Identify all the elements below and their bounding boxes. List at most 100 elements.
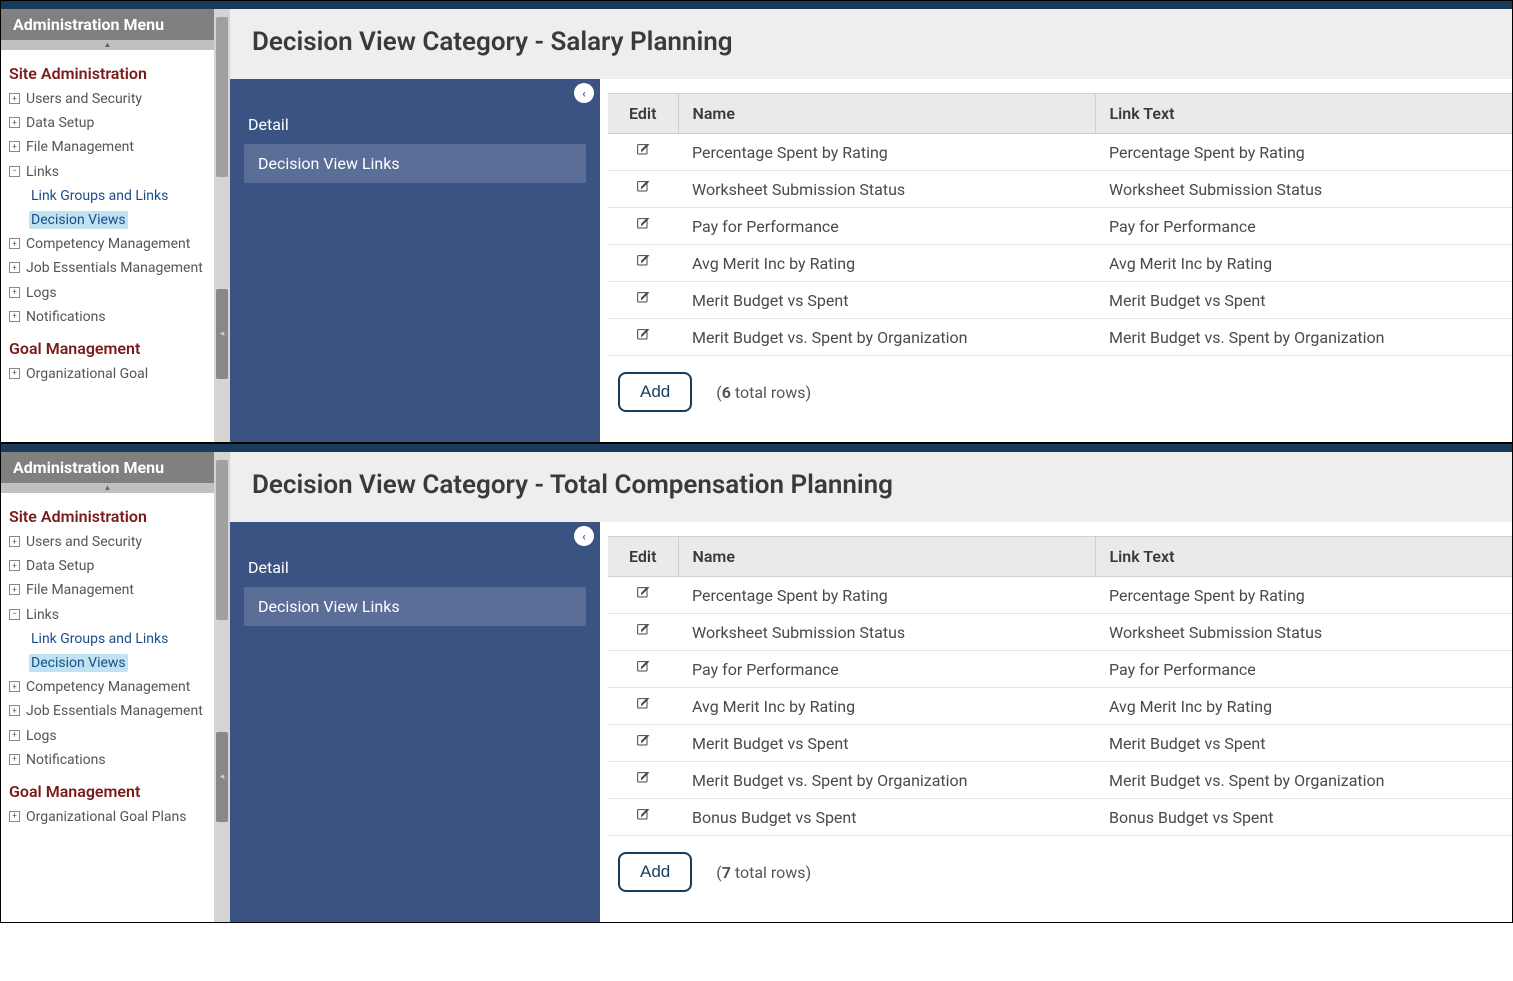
sub-nav: ‹DetailDecision View Links <box>230 79 600 442</box>
tree-item[interactable]: +Organizational Goal Plans <box>7 805 208 829</box>
edit-icon[interactable] <box>635 659 651 675</box>
expand-icon[interactable]: + <box>9 536 20 547</box>
edit-icon[interactable] <box>635 733 651 749</box>
expand-icon[interactable]: + <box>9 754 20 765</box>
tree-link-label[interactable]: Decision Views <box>29 211 128 229</box>
collapse-icon[interactable]: − <box>9 166 20 177</box>
expand-icon[interactable]: + <box>9 730 20 741</box>
scroll-up-icon[interactable]: ▲ <box>1 483 214 493</box>
edit-icon[interactable] <box>635 142 651 158</box>
collapse-left-icon[interactable]: ‹ <box>574 83 594 103</box>
tree-item-label: Data Setup <box>26 557 94 575</box>
col-name[interactable]: Name <box>678 94 1095 134</box>
edit-icon[interactable] <box>635 807 651 823</box>
add-button[interactable]: Add <box>618 372 692 412</box>
tree-link-item[interactable]: Link Groups and Links <box>27 184 208 208</box>
expand-icon[interactable]: + <box>9 262 20 273</box>
add-button[interactable]: Add <box>618 852 692 892</box>
cell-linktext: Worksheet Submission Status <box>1095 614 1512 651</box>
tree-item-label: Users and Security <box>26 533 142 551</box>
table-area: EditNameLink TextPercentage Spent by Rat… <box>600 522 1512 922</box>
tree-item[interactable]: −Links <box>7 603 208 627</box>
tree-sub: Link Groups and Links Decision Views <box>7 184 208 232</box>
tree-item[interactable]: +Organizational Goal <box>7 362 208 386</box>
edit-icon[interactable] <box>635 290 651 306</box>
scroll-thumb[interactable] <box>216 460 228 620</box>
expand-icon[interactable]: + <box>9 681 20 692</box>
tree-link-item[interactable]: Link Groups and Links <box>27 627 208 651</box>
tree-item-label: Data Setup <box>26 114 94 132</box>
tree: Site Administration + Users and Security + D… <box>1 493 214 837</box>
tree-item[interactable]: −Links <box>7 160 208 184</box>
tree-item[interactable]: +Notifications <box>7 305 208 329</box>
expand-icon[interactable]: + <box>9 811 20 822</box>
table-row: Pay for PerformancePay for Performance <box>608 208 1512 245</box>
tree-item[interactable]: +Logs <box>7 281 208 305</box>
cell-linktext: Merit Budget vs. Spent by Organization <box>1095 319 1512 356</box>
tree-item[interactable]: +Competency Management <box>7 232 208 256</box>
scroll-up-icon[interactable]: ▲ <box>1 40 214 50</box>
tree-link-item[interactable]: Decision Views <box>27 208 208 232</box>
expand-icon[interactable]: + <box>9 238 20 249</box>
table-row: Avg Merit Inc by RatingAvg Merit Inc by … <box>608 688 1512 725</box>
cell-name: Pay for Performance <box>678 208 1095 245</box>
edit-icon[interactable] <box>635 696 651 712</box>
tree-link-label[interactable]: Link Groups and Links <box>29 630 170 648</box>
content-header: Decision View Category - Total Compensat… <box>230 452 1512 522</box>
tree-item[interactable]: + Data Setup <box>7 111 208 135</box>
tree-item[interactable]: + Competency Management <box>7 675 208 699</box>
edit-icon[interactable] <box>635 770 651 786</box>
tree-item-label: Links <box>26 606 59 624</box>
expand-icon[interactable]: + <box>9 584 20 595</box>
tree-link-label[interactable]: Link Groups and Links <box>29 187 170 205</box>
expand-icon[interactable]: + <box>9 560 20 571</box>
tree-link-item[interactable]: Decision Views <box>27 651 208 675</box>
expand-icon[interactable]: + <box>9 311 20 322</box>
tree-item-label: Links <box>26 163 59 181</box>
expand-icon[interactable]: + <box>9 368 20 379</box>
scroll-thumb[interactable] <box>216 17 228 177</box>
sub-nav-item-decision-view-links[interactable]: Decision View Links <box>244 144 586 183</box>
col-linktext[interactable]: Link Text <box>1095 94 1512 134</box>
edit-icon[interactable] <box>635 216 651 232</box>
tree-item[interactable]: + Job Essentials Management <box>7 256 208 280</box>
collapse-icon[interactable]: − <box>9 609 20 620</box>
sidebar-collapse-tab[interactable] <box>216 732 228 822</box>
collapse-left-icon[interactable]: ‹ <box>574 526 594 546</box>
tree-link-label[interactable]: Decision Views <box>29 654 128 672</box>
expand-icon[interactable]: + <box>9 117 20 128</box>
tree-item[interactable]: +Users and Security <box>7 87 208 111</box>
edit-cell <box>608 208 678 245</box>
edit-icon[interactable] <box>635 622 651 638</box>
sidebar-collapse-tab[interactable] <box>216 289 228 379</box>
expand-icon[interactable]: + <box>9 287 20 298</box>
expand-icon[interactable]: + <box>9 93 20 104</box>
tree-item[interactable]: +Logs <box>7 724 208 748</box>
tree-item[interactable]: +File Management <box>7 135 208 159</box>
table-row: Merit Budget vs SpentMerit Budget vs Spe… <box>608 282 1512 319</box>
tree-item[interactable]: + Users and Security <box>7 530 208 554</box>
edit-icon[interactable] <box>635 179 651 195</box>
content: Decision View Category - Total Compensat… <box>230 452 1512 922</box>
scroll-gutter[interactable] <box>214 9 230 442</box>
tree-section-heading: Site Administration <box>9 507 208 526</box>
expand-icon[interactable]: + <box>9 705 20 716</box>
sub-nav-item-decision-view-links[interactable]: Decision View Links <box>244 587 586 626</box>
col-name[interactable]: Name <box>678 537 1095 577</box>
expand-icon[interactable]: + <box>9 141 20 152</box>
scroll-gutter[interactable] <box>214 452 230 922</box>
tree-item-label: Job Essentials Management <box>26 259 203 277</box>
tree-item[interactable]: + Data Setup <box>7 554 208 578</box>
tree-item-label: Competency Management <box>26 678 190 696</box>
cell-name: Merit Budget vs. Spent by Organization <box>678 319 1095 356</box>
cell-linktext: Pay for Performance <box>1095 208 1512 245</box>
edit-icon[interactable] <box>635 585 651 601</box>
edit-icon[interactable] <box>635 327 651 343</box>
cell-name: Worksheet Submission Status <box>678 171 1095 208</box>
edit-icon[interactable] <box>635 253 651 269</box>
tree-item[interactable]: +File Management <box>7 578 208 602</box>
col-linktext[interactable]: Link Text <box>1095 537 1512 577</box>
content-body: ‹DetailDecision View LinksEditNameLink T… <box>230 79 1512 442</box>
tree-item[interactable]: +Notifications <box>7 748 208 772</box>
tree-item[interactable]: +Job Essentials Management <box>7 699 208 723</box>
